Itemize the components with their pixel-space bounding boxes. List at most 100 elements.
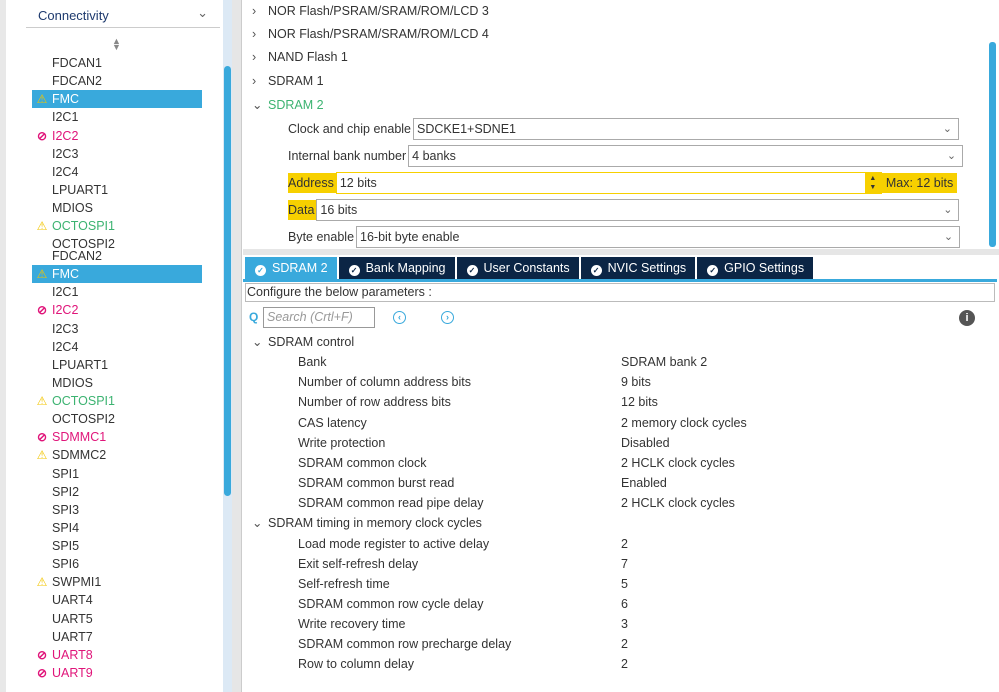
peripheral-item[interactable]: I2C4 bbox=[32, 338, 202, 356]
peripheral-item[interactable]: LPUART1 bbox=[32, 181, 202, 199]
param-row[interactable]: Exit self-refresh delay 7 bbox=[250, 554, 990, 574]
peripheral-item[interactable]: ⚠ SWPMI1 bbox=[32, 573, 202, 591]
peripheral-item[interactable]: SPI6 bbox=[32, 555, 202, 573]
tab-nvic-settings[interactable]: ✓ NVIC Settings bbox=[580, 257, 696, 279]
data-select[interactable]: 16 bits ⌄ bbox=[316, 199, 960, 221]
category-dropdown[interactable]: Connectivity ⌄ bbox=[26, 0, 220, 28]
param-value[interactable]: 6 bbox=[621, 594, 628, 614]
peripheral-item[interactable]: ⚠ OCTOSPI1 bbox=[32, 392, 202, 410]
internal-bank-select[interactable]: 4 banks ⌄ bbox=[408, 145, 964, 167]
peripheral-item[interactable]: I2C3 bbox=[32, 320, 202, 338]
param-value[interactable]: 12 bits bbox=[621, 392, 658, 412]
param-value[interactable]: 2 bbox=[621, 534, 628, 554]
param-value[interactable]: 9 bits bbox=[621, 372, 651, 392]
peripheral-item[interactable]: I2C3 bbox=[32, 145, 202, 163]
peripheral-item[interactable]: ⚠ SDMMC2 bbox=[32, 446, 202, 464]
peripheral-item[interactable]: ⚠ OCTOSPI1 bbox=[32, 217, 202, 235]
param-row[interactable]: Row to column delay 2 bbox=[250, 654, 990, 674]
param-value[interactable]: 2 memory clock cycles bbox=[621, 413, 747, 433]
param-row[interactable]: SDRAM common row cycle delay 6 bbox=[250, 594, 990, 614]
peripheral-item[interactable]: I2C4 bbox=[32, 163, 202, 181]
peripheral-item[interactable]: SPI4 bbox=[32, 519, 202, 537]
param-row[interactable]: SDRAM common row precharge delay 2 bbox=[250, 634, 990, 654]
peripheral-item[interactable]: ⊘ I2C2 bbox=[32, 301, 202, 319]
peripheral-label: SPI4 bbox=[52, 520, 80, 535]
address-spinner[interactable]: 12 bits ▲ ▼ bbox=[335, 172, 882, 194]
param-row[interactable]: Bank SDRAM bank 2 bbox=[250, 352, 990, 372]
peripheral-item[interactable]: SPI3 bbox=[32, 501, 202, 519]
peripheral-item[interactable]: ⊘ UART9 bbox=[32, 664, 202, 682]
peripheral-item[interactable]: MDIOS bbox=[32, 374, 202, 392]
previous-icon[interactable]: ‹ bbox=[393, 311, 406, 324]
param-value[interactable]: 2 bbox=[621, 654, 628, 674]
param-row[interactable]: Self-refresh time 5 bbox=[250, 574, 990, 594]
param-row[interactable]: Number of row address bits 12 bits bbox=[250, 392, 990, 412]
peripheral-item[interactable]: I2C1 bbox=[32, 108, 202, 126]
sort-icon[interactable]: ▲ ▼ bbox=[112, 37, 121, 52]
scrollbar-thumb[interactable] bbox=[224, 66, 231, 496]
peripheral-item[interactable]: UART7 bbox=[32, 628, 202, 646]
peripheral-item[interactable]: MDIOS bbox=[32, 199, 202, 217]
param-value[interactable]: 5 bbox=[621, 574, 628, 594]
param-value[interactable]: SDRAM bank 2 bbox=[621, 352, 707, 372]
param-row[interactable]: SDRAM common read pipe delay 2 HCLK clock… bbox=[250, 493, 990, 513]
param-value[interactable]: 2 HCLK clock cycles bbox=[621, 493, 735, 513]
tree-node[interactable]: › NAND Flash 1 bbox=[252, 50, 348, 64]
param-value[interactable]: 2 bbox=[621, 634, 628, 654]
param-value[interactable]: 7 bbox=[621, 554, 628, 574]
peripheral-item[interactable]: SPI1 bbox=[32, 465, 202, 483]
peripheral-item[interactable]: OCTOSPI2 bbox=[32, 410, 202, 428]
param-group[interactable]: ⌄ SDRAM control bbox=[250, 332, 990, 352]
next-icon[interactable]: › bbox=[441, 311, 454, 324]
split-divider[interactable] bbox=[243, 249, 999, 255]
search-input[interactable]: Search (Crtl+F) bbox=[263, 307, 375, 328]
clock-chip-enable-select[interactable]: SDCKE1+SDNE1 ⌄ bbox=[413, 118, 959, 140]
param-value[interactable]: Disabled bbox=[621, 433, 670, 453]
panel-divider[interactable] bbox=[232, 0, 242, 692]
peripheral-item[interactable]: FDCAN1 bbox=[32, 54, 202, 72]
param-row[interactable]: Number of column address bits 9 bits bbox=[250, 372, 990, 392]
peripheral-item[interactable]: UART5 bbox=[32, 610, 202, 628]
check-icon: ✓ bbox=[590, 265, 602, 276]
param-row[interactable]: Load mode register to active delay 2 bbox=[250, 534, 990, 554]
tree-node[interactable]: ⌄ SDRAM 2 bbox=[252, 97, 324, 112]
chevron-down-icon: ⌄ bbox=[252, 335, 263, 349]
info-icon[interactable]: i bbox=[959, 310, 975, 326]
param-value[interactable]: Enabled bbox=[621, 473, 667, 493]
peripheral-item[interactable]: I2C1 bbox=[32, 283, 202, 301]
peripheral-item[interactable]: ⊘ SDMMC1 bbox=[32, 428, 202, 446]
tab-user-constants[interactable]: ✓ User Constants bbox=[456, 257, 579, 279]
param-row[interactable]: CAS latency 2 memory clock cycles bbox=[250, 413, 990, 433]
peripheral-item[interactable]: SPI2 bbox=[32, 483, 202, 501]
param-group[interactable]: ⌄ SDRAM timing in memory clock cycles bbox=[250, 513, 990, 533]
param-value[interactable]: 2 HCLK clock cycles bbox=[621, 453, 735, 473]
tab-sdram-2[interactable]: ✓ SDRAM 2 bbox=[245, 257, 337, 279]
peripheral-item[interactable]: LPUART1 bbox=[32, 356, 202, 374]
peripheral-label: OCTOSPI1 bbox=[52, 219, 115, 234]
sidebar-scrollbar[interactable] bbox=[223, 0, 232, 692]
tab-bank-mapping[interactable]: ✓ Bank Mapping bbox=[338, 257, 455, 279]
peripheral-item[interactable]: SPI5 bbox=[32, 537, 202, 555]
tree-node[interactable]: › NOR Flash/PSRAM/SRAM/ROM/LCD 4 bbox=[252, 27, 489, 41]
param-row[interactable]: SDRAM common burst read Enabled bbox=[250, 473, 990, 493]
param-row[interactable]: Write recovery time 3 bbox=[250, 614, 990, 634]
param-name: Load mode register to active delay bbox=[298, 536, 490, 551]
peripheral-item[interactable]: ⚠ FMC bbox=[32, 90, 202, 109]
peripheral-item[interactable]: UART4 bbox=[32, 591, 202, 609]
spinner-arrows-icon[interactable]: ▲ ▼ bbox=[864, 173, 881, 193]
chevron-down-icon: ⌄ bbox=[252, 97, 263, 112]
tree-node[interactable]: › SDRAM 1 bbox=[252, 74, 324, 88]
peripheral-item[interactable]: ⊘ UART8 bbox=[32, 646, 202, 664]
config-scrollbar[interactable] bbox=[989, 42, 996, 247]
peripheral-item[interactable]: ⊘ I2C2 bbox=[32, 127, 202, 145]
peripheral-item[interactable]: FDCAN2 bbox=[32, 247, 202, 265]
tree-node[interactable]: › NOR Flash/PSRAM/SRAM/ROM/LCD 3 bbox=[252, 4, 489, 18]
peripheral-item[interactable]: ⚠ FMC bbox=[32, 265, 202, 284]
peripheral-item[interactable]: FDCAN2 bbox=[32, 72, 202, 90]
param-value[interactable]: 3 bbox=[621, 614, 628, 634]
tab-gpio-settings[interactable]: ✓ GPIO Settings bbox=[697, 257, 814, 279]
param-row[interactable]: SDRAM common clock 2 HCLK clock cycles bbox=[250, 453, 990, 473]
param-row[interactable]: Write protection Disabled bbox=[250, 433, 990, 453]
chevron-right-icon: › bbox=[252, 73, 257, 88]
byte-enable-select[interactable]: 16-bit byte enable ⌄ bbox=[356, 226, 961, 248]
